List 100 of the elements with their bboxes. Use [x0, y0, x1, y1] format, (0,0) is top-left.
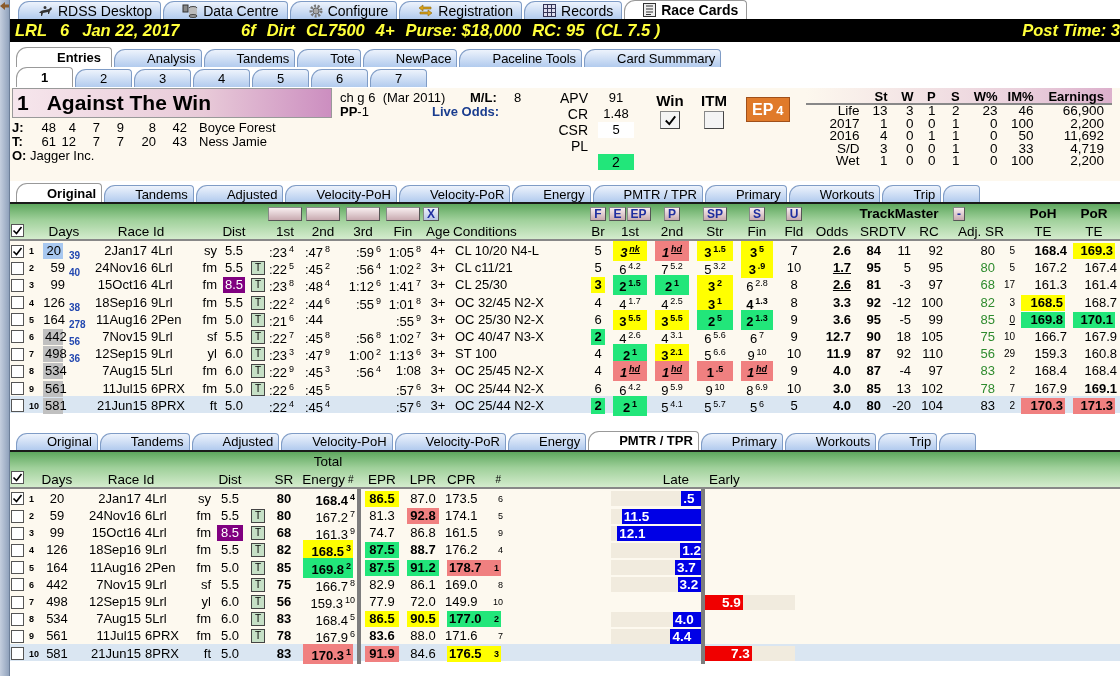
back-arrow-icon[interactable] — [0, 1, 9, 11]
tab[interactable]: Tandems — [99, 432, 190, 450]
tab[interactable]: 7 — [370, 69, 427, 87]
tab[interactable]: NewPace — [362, 49, 458, 67]
header-button[interactable]: F — [590, 207, 606, 221]
header-button[interactable]: S — [749, 207, 765, 221]
checkbox[interactable] — [11, 509, 24, 523]
header-button[interactable]: E — [609, 207, 626, 221]
tab[interactable]: Tandems — [104, 185, 194, 202]
tab[interactable]: Primary — [700, 432, 783, 450]
tab[interactable] — [939, 432, 977, 450]
table-row[interactable]: 4 126 18Sep16 9Lrl fm 5.5 T 82 168.5$^{3}$ 87.5 88.7 176.2 4 1.2 — [10, 540, 1120, 558]
clear-button[interactable]: X — [423, 207, 439, 221]
tab[interactable]: Data Centre — [163, 1, 288, 19]
tab[interactable]: Tote — [297, 49, 361, 67]
table-row[interactable]: 1 20 39 2Jan17 4Lrl sy 5.5 :23$^{4}$ :47$^{8}$ :59$^{6}$ 1:05$^{8}$ 4+ CL 10/20 N4-L 5 3$^{nk}$ 1$^{hd}$ 3$^{1.5}$ 3$^{5}$ 7 2.6 84 11 92 80 5 168.4 169.3 — [10, 241, 1120, 259]
tab[interactable]: Trip — [878, 432, 938, 450]
tab[interactable]: Energy — [508, 432, 587, 450]
header-button[interactable] — [346, 207, 380, 221]
checkbox[interactable] — [11, 526, 24, 540]
table-row[interactable]: 3 99 15Oct16 4Lrl fm 8.5 T 68 161.3$^{9}$ 74.7 86.8 161.5 9 12.1 — [10, 523, 1120, 541]
table-row[interactable]: 9 561 11Jul15 6PRX fm 5.0 T 78 167.9$^{6}$ 83.6 88.0 171.6 7 4.4 — [10, 626, 1120, 644]
tab[interactable]: Velocity-PoR — [394, 432, 506, 450]
checkbox[interactable] — [11, 561, 24, 575]
tab[interactable]: Tandems — [203, 49, 296, 67]
tab[interactable]: Analysis — [114, 49, 202, 67]
tab[interactable]: 2 — [75, 69, 132, 87]
tab[interactable] — [943, 185, 981, 202]
tab[interactable]: 1 — [16, 67, 73, 87]
tab[interactable]: 4 — [193, 69, 250, 87]
tab[interactable]: Workouts — [784, 432, 877, 450]
checkbox[interactable] — [11, 471, 24, 485]
table-row[interactable]: 7 498 12Sep15 9Lrl yl 6.0 T 56 159.3$^{10}$ 77.9 72.0 149.9 10 5.9 — [10, 592, 1120, 610]
table-cell-text: 442 — [45, 576, 69, 593]
checkbox[interactable] — [11, 399, 24, 413]
table-cell-text: 75 — [275, 576, 293, 593]
tab[interactable]: PMTR / TPR — [588, 430, 699, 450]
checkbox[interactable] — [11, 347, 24, 361]
header-button[interactable]: P — [664, 207, 680, 221]
checkbox[interactable] — [11, 261, 24, 275]
table-row[interactable]: 2 59 40 24Nov16 6Lrl fm 5.5 T :22$^{5}$ :45$^{2}$ :56$^{4}$ 1:02$^{2}$ 3+ CL c11/21 5 6$^{4.2}$ 7$^{5.2}$ 5$^{3.2}$ 3$^{.9}$ 10 1.7 95 5 95 80 5 167.2 167.4 — [10, 258, 1120, 276]
tab[interactable]: PMTR / TPR — [592, 185, 703, 202]
checkbox[interactable] — [11, 629, 24, 643]
header-button[interactable]: SP — [703, 207, 727, 221]
checkbox[interactable] — [11, 492, 24, 506]
checkbox[interactable] — [11, 313, 24, 327]
stat-value: 7 — [115, 135, 124, 149]
checkbox[interactable] — [11, 647, 24, 661]
checkbox[interactable] — [11, 296, 24, 310]
tab[interactable]: Registration — [399, 1, 523, 19]
column-header: 2nd — [659, 224, 685, 239]
checkbox[interactable] — [11, 382, 24, 395]
race-detail: RC: 95 — [532, 21, 585, 40]
checkbox[interactable] — [11, 595, 24, 609]
tab[interactable]: RDSS Desktop — [18, 1, 162, 19]
tab[interactable]: Entries — [16, 47, 113, 67]
rating-label: PL — [569, 138, 588, 154]
header-button[interactable] — [306, 207, 340, 221]
tab[interactable]: 5 — [252, 69, 309, 87]
checkbox[interactable] — [11, 330, 24, 344]
tab[interactable]: Paceline Tools — [459, 49, 583, 67]
tab[interactable]: Workouts — [788, 185, 881, 202]
table-row[interactable]: 2 59 24Nov16 6Lrl fm 5.5 T 80 167.2$^{7}$ 81.3 92.8 174.1 5 11.5 — [10, 506, 1120, 524]
race-detail: (CL 7.5 ) — [595, 21, 661, 40]
header-button[interactable] — [386, 207, 420, 221]
tab[interactable]: 6 — [311, 69, 368, 87]
checkbox[interactable] — [11, 543, 24, 557]
checkbox[interactable] — [660, 111, 680, 129]
header-button[interactable]: U — [785, 207, 803, 221]
tab[interactable]: Trip — [882, 185, 942, 202]
checkbox[interactable] — [11, 612, 24, 626]
race-date: Jan 22, 2017 — [82, 21, 180, 40]
tab[interactable]: 3 — [134, 69, 191, 87]
checkbox[interactable] — [11, 364, 24, 378]
checkbox[interactable] — [704, 111, 724, 129]
tab[interactable]: Adjusted — [191, 432, 280, 450]
tab[interactable]: Velocity-PoH — [281, 432, 393, 450]
tab[interactable]: Original — [16, 183, 103, 202]
tab[interactable]: Velocity-PoR — [398, 185, 511, 202]
header-button[interactable] — [268, 207, 302, 221]
tab[interactable]: Card Summmary — [584, 49, 722, 67]
checkbox[interactable] — [11, 244, 24, 258]
tab[interactable]: Records — [524, 1, 623, 19]
row-number: 9 — [28, 630, 35, 644]
header-button[interactable]: - — [953, 207, 965, 221]
tab[interactable]: Adjusted — [195, 185, 284, 202]
table-cell-text: 6.0 — [219, 611, 241, 628]
header-button[interactable]: EP — [626, 207, 651, 221]
tab[interactable]: Primary — [704, 185, 787, 202]
table-row[interactable]: 3 99 15Oct16 4Lrl fm 8.5 T :23$^{8}$ :48$^{4}$ 1:12$^{6}$ 1:41$^{7}$ 3+ CL 25/30 3 2$^{1.5}$ 2$^{1}$ 3$^{2}$ 6$^{2.8}$ 8 2.6 81 -3 97 68 17 161.3 161.4 — [10, 275, 1120, 293]
table-row[interactable]: 8 534 7Aug15 5Lrl fm 6.0 T 83 168.4$^{5}$ 86.5 90.5 177.0 2 4.0 — [10, 609, 1120, 627]
tab[interactable]: Energy — [512, 185, 591, 202]
tab[interactable]: Configure — [289, 1, 398, 19]
checkbox[interactable] — [11, 223, 24, 237]
tab[interactable]: Velocity-PoH — [285, 185, 397, 202]
table-row[interactable]: 8 534 7Aug15 5Lrl fm 6.0 T :22$^{9}$ :45$^{3}$ :56$^{4}$ 1:08 3+ OC 25/45 N2-X 4 1$^{hd}$ 1$^{hd}$ 1$^{.5}$ 1$^{hd}$ 9 4.0 87 -4 97 83 2 168.4 168.4 — [10, 361, 1120, 379]
checkbox[interactable] — [11, 278, 24, 292]
checkbox[interactable] — [11, 578, 24, 592]
tab[interactable]: Original — [16, 432, 98, 450]
tab[interactable]: Race Cards — [624, 0, 748, 19]
